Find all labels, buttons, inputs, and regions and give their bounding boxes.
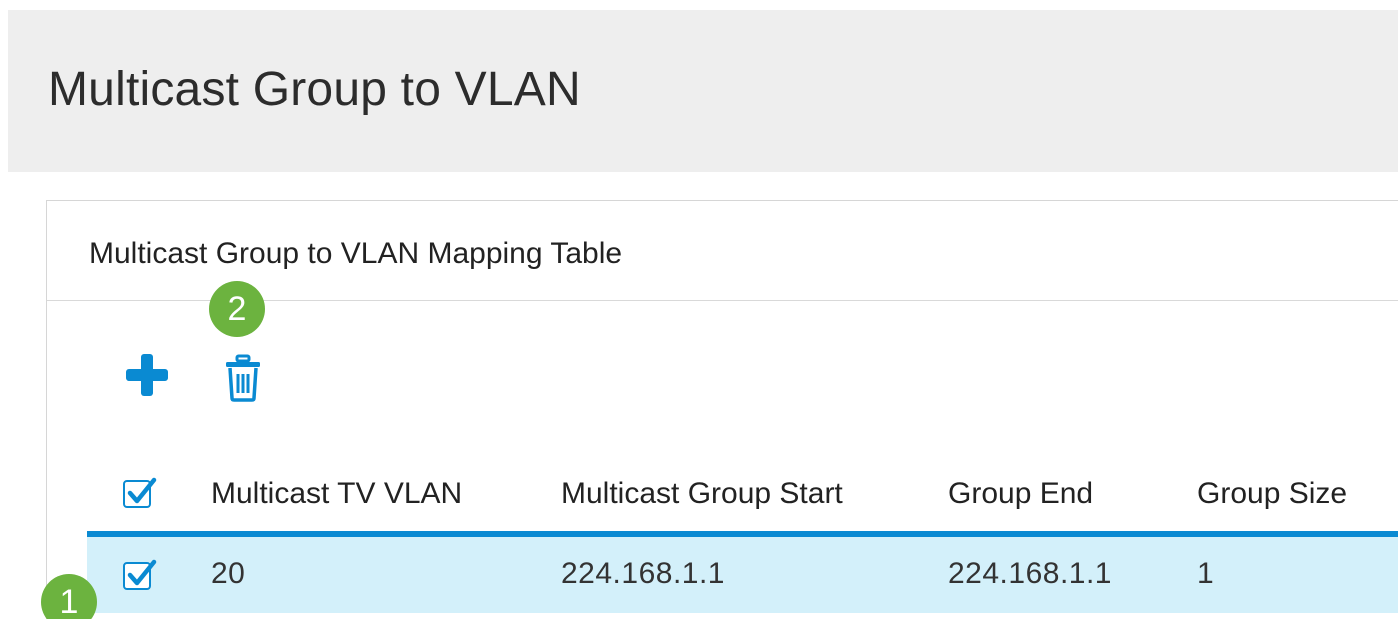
table-header-row: Multicast TV VLAN Multicast Group Start … (87, 463, 1398, 531)
delete-button[interactable] (219, 351, 267, 405)
checkmark-icon (127, 477, 157, 504)
cell-multicast-group-start: 224.168.1.1 (561, 557, 725, 590)
cell-group-size: 1 (1197, 557, 1215, 590)
column-header-multicast-group-start[interactable]: Multicast Group Start (561, 477, 843, 511)
trash-icon (226, 354, 260, 402)
mapping-table-card: Multicast Group to VLAN Mapping Table 2 (41, 200, 1398, 619)
card-title: Multicast Group to VLAN Mapping Table (89, 237, 623, 270)
column-header-group-size[interactable]: Group Size (1197, 477, 1347, 511)
cell-group-end: 224.168.1.1 (948, 557, 1112, 590)
checkmark-icon (127, 559, 157, 586)
table-row[interactable]: 20 224.168.1.1 224.168.1.1 1 (87, 537, 1398, 613)
row-checkbox[interactable] (123, 559, 157, 590)
column-header-multicast-tv-vlan[interactable]: Multicast TV VLAN (211, 477, 462, 511)
select-all-checkbox[interactable] (123, 477, 157, 508)
step-2-badge: 2 (209, 281, 265, 337)
column-header-group-end[interactable]: Group End (948, 477, 1093, 511)
cell-multicast-tv-vlan: 20 (211, 557, 246, 590)
page-title: Multicast Group to VLAN (48, 63, 581, 116)
page: Multicast Group to VLAN Multicast Group … (0, 0, 1398, 619)
add-button[interactable] (123, 351, 171, 399)
plus-icon (126, 354, 168, 396)
page-header: Multicast Group to VLAN (8, 10, 1398, 172)
